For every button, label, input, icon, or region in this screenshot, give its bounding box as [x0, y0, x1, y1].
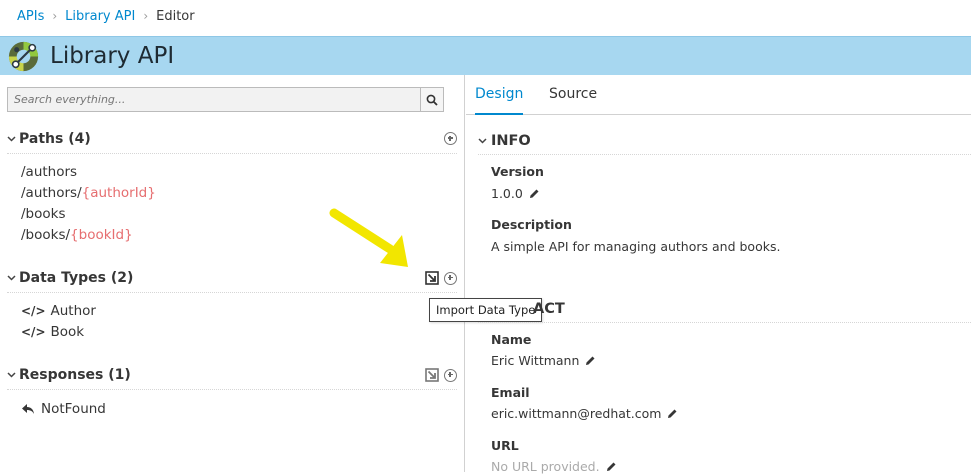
editor-tabs: Design Source — [466, 75, 971, 115]
chevron-down-icon — [478, 137, 489, 144]
chevron-down-icon — [7, 372, 18, 378]
search-button[interactable] — [420, 87, 444, 112]
breadcrumb-apis-link[interactable]: APIs — [17, 9, 44, 24]
paths-heading: Paths (4) — [19, 131, 91, 147]
path-item-author-id[interactable]: /authors/{authorId} — [21, 184, 156, 202]
api-title: Library API — [50, 43, 175, 69]
search-input[interactable] — [7, 87, 421, 112]
pencil-icon[interactable] — [529, 188, 540, 199]
breadcrumb-library-api-link[interactable]: Library API — [65, 9, 135, 24]
paths-actions — [444, 132, 457, 145]
breadcrumb-separator-icon: › — [52, 9, 58, 23]
tab-design[interactable]: Design — [475, 86, 524, 115]
data-types-section-header[interactable]: Data Types (2) — [7, 264, 457, 293]
annotation-arrow-icon — [329, 208, 408, 267]
path-param: {authorId} — [81, 185, 156, 201]
response-item-notfound[interactable]: NotFound — [21, 400, 106, 418]
url-label: URL — [491, 438, 519, 453]
response-label: NotFound — [41, 401, 106, 417]
data-type-item-author[interactable]: </> Author — [21, 302, 96, 320]
responses-heading: Responses (1) — [19, 367, 131, 383]
path-param: {bookId} — [70, 227, 133, 243]
search-bar — [7, 87, 444, 112]
import-response-icon[interactable] — [425, 368, 439, 382]
apicurio-logo-icon — [8, 41, 39, 72]
chevron-down-icon — [7, 136, 18, 142]
path-item-authors[interactable]: /authors — [21, 163, 77, 181]
search-icon — [426, 94, 438, 106]
name-label: Name — [491, 332, 532, 347]
tab-source[interactable]: Source — [549, 86, 597, 115]
path-base: /authors — [21, 164, 78, 180]
reply-icon — [22, 404, 34, 414]
version-label: Version — [491, 164, 544, 179]
breadcrumb-separator-icon: › — [143, 9, 149, 23]
data-types-actions — [425, 271, 457, 285]
path-base: /authors/ — [21, 185, 82, 201]
info-heading: INFO — [491, 132, 531, 149]
responses-actions — [425, 368, 457, 382]
description-value[interactable]: A simple API for managing authors and bo… — [491, 239, 780, 254]
path-base: /books/ — [21, 227, 71, 243]
pencil-icon[interactable] — [585, 355, 596, 366]
add-path-icon[interactable] — [444, 132, 457, 145]
name-field: Eric Wittmann — [491, 353, 596, 368]
breadcrumb-current: Editor — [156, 8, 195, 24]
data-type-item-book[interactable]: </> Book — [21, 323, 84, 341]
info-section-header[interactable]: INFO — [478, 127, 971, 155]
pencil-icon[interactable] — [606, 461, 617, 472]
email-value: eric.wittmann@redhat.com — [491, 406, 662, 421]
email-field: eric.wittmann@redhat.com — [491, 406, 678, 421]
email-label: Email — [491, 385, 530, 400]
pencil-icon[interactable] — [667, 408, 678, 419]
version-value: 1.0.0 — [491, 186, 523, 201]
data-types-heading: Data Types (2) — [19, 270, 134, 286]
breadcrumb: APIs › Library API › Editor — [17, 8, 195, 24]
add-response-icon[interactable] — [444, 368, 457, 382]
contact-heading: ACT — [533, 300, 565, 317]
code-tag-icon: </> — [21, 304, 46, 318]
chevron-down-icon — [7, 275, 18, 281]
code-tag-icon: </> — [21, 325, 46, 339]
path-item-book-id[interactable]: /books/{bookId} — [21, 226, 133, 244]
path-base: /books — [21, 206, 66, 222]
name-value: Eric Wittmann — [491, 353, 580, 368]
data-type-label: Author — [50, 303, 96, 319]
contact-section-header[interactable]: ACT — [478, 295, 971, 323]
api-title-bar: Library API — [0, 36, 971, 75]
import-data-type-icon[interactable] — [425, 271, 439, 285]
responses-section-header[interactable]: Responses (1) — [7, 361, 457, 390]
add-data-type-icon[interactable] — [444, 271, 457, 285]
description-label: Description — [491, 217, 572, 232]
path-item-books[interactable]: /books — [21, 205, 66, 223]
paths-section-header[interactable]: Paths (4) — [7, 125, 457, 154]
version-field: 1.0.0 — [491, 186, 540, 201]
data-type-label: Book — [50, 324, 85, 340]
